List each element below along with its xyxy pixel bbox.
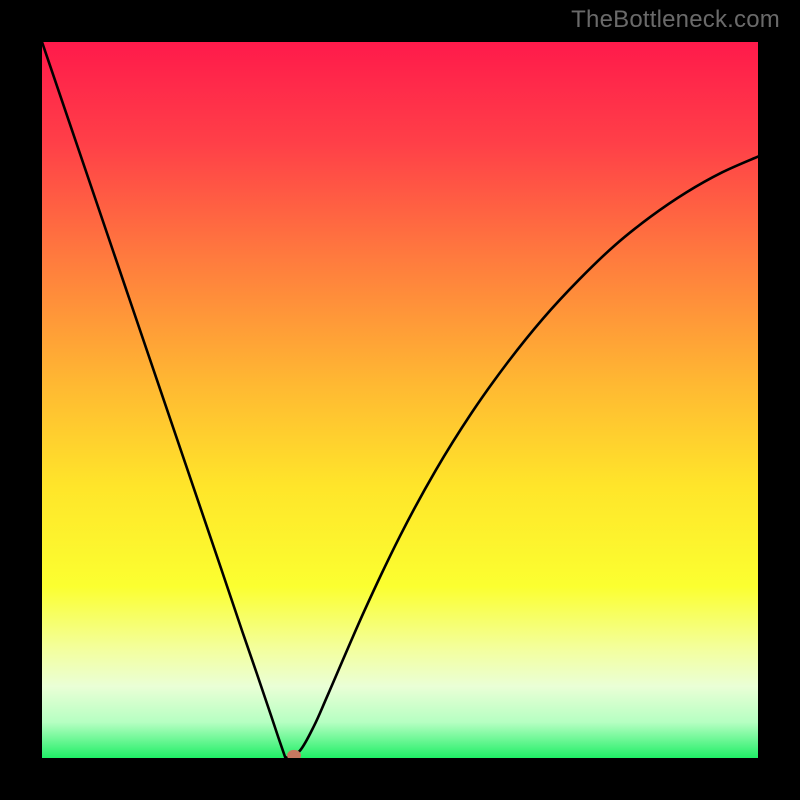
bottleneck-curve bbox=[42, 42, 758, 758]
chart-frame: TheBottleneck.com bbox=[0, 0, 800, 800]
watermark-text: TheBottleneck.com bbox=[571, 6, 780, 34]
plot-area bbox=[42, 42, 758, 758]
